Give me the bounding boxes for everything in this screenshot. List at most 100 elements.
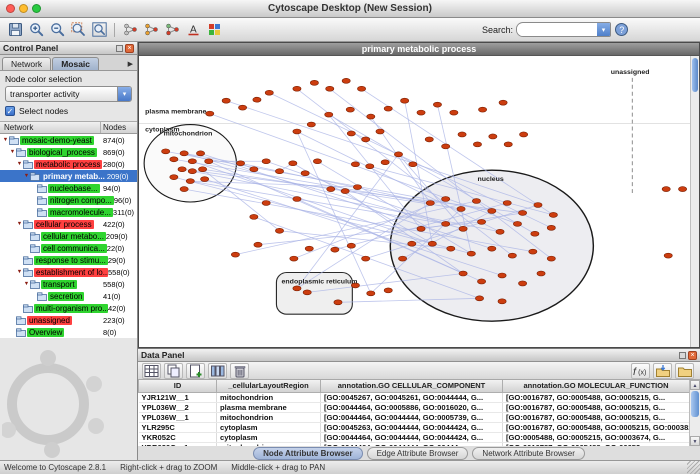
network-node[interactable] <box>531 231 539 236</box>
tree-item-biological-process[interactable]: ▼biological_process869(0) <box>0 146 137 158</box>
float-panel-icon[interactable] <box>679 352 686 359</box>
network-node[interactable] <box>447 246 455 251</box>
table-cell[interactable]: mitochondrion <box>217 412 321 422</box>
network-node[interactable] <box>186 179 194 184</box>
network-node[interactable] <box>254 242 262 247</box>
tree-item-primary-metab[interactable]: ▼primary metab...209(0) <box>0 170 137 182</box>
network-node[interactable] <box>408 241 416 246</box>
network-node[interactable] <box>376 129 384 134</box>
save-icon[interactable] <box>5 20 25 39</box>
tab-node-attribute-browser[interactable]: Node Attribute Browser <box>253 447 363 460</box>
network-node[interactable] <box>250 167 258 172</box>
network-node[interactable] <box>473 142 481 147</box>
network-node[interactable] <box>520 132 528 137</box>
network-node[interactable] <box>290 256 298 261</box>
network-node[interactable] <box>488 208 496 213</box>
network-node[interactable] <box>513 221 521 226</box>
network-node[interactable] <box>478 107 486 112</box>
disclosure-triangle-icon[interactable]: ▼ <box>16 269 23 275</box>
network-node[interactable] <box>488 246 496 251</box>
network-node[interactable] <box>498 273 506 278</box>
network-node[interactable] <box>426 201 434 206</box>
tree-item-overview[interactable]: Overview8(0) <box>0 326 137 338</box>
column-header-cellularlayoutregion[interactable]: _cellularLayoutRegion <box>217 380 321 392</box>
tree-item-transport[interactable]: ▼transport558(0) <box>0 278 137 290</box>
close-panel-icon[interactable]: × <box>125 44 134 53</box>
table-cell[interactable]: [GO:0016787, GO:0005488, GO:0005215, G..… <box>503 392 690 402</box>
disclosure-triangle-icon[interactable]: ▼ <box>16 221 23 227</box>
tree-item-unassigned[interactable]: unassigned223(0) <box>0 314 137 326</box>
tab-network[interactable]: Network <box>2 57 51 70</box>
table-cell[interactable]: YKR052C <box>139 432 217 442</box>
network-node[interactable] <box>518 281 526 286</box>
zoom-fit-icon[interactable] <box>89 20 109 39</box>
network-window-title[interactable]: primary metabolic process <box>139 43 699 56</box>
table-cell[interactable]: [GO:0016787, GO:0005488, GO:00052... <box>503 442 690 446</box>
table-row[interactable]: YPL036W__2plasma membrane[GO:0044464, GO… <box>139 402 690 412</box>
tree-item-response-to-stimu[interactable]: response to stimu...29(0) <box>0 254 137 266</box>
delete-attribute-icon[interactable] <box>230 363 249 379</box>
network-node[interactable] <box>170 157 178 162</box>
table-row[interactable]: YKR052Ccytoplasm[GO:0044464, GO:0044444,… <box>139 432 690 442</box>
zoom-out-icon[interactable] <box>47 20 67 39</box>
network-node[interactable] <box>547 225 555 230</box>
network-node[interactable] <box>496 229 504 234</box>
table-cell[interactable]: YDR039C__1 <box>139 442 217 446</box>
table-vertical-scrollbar[interactable]: ▲ ▼ <box>689 380 700 446</box>
network-node[interactable] <box>310 80 318 85</box>
network-node[interactable] <box>458 132 466 137</box>
table-cell[interactable]: [GO:0045267, GO:0045261, GO:0044444, G..… <box>321 392 503 402</box>
close-panel-icon[interactable]: × <box>688 351 697 360</box>
table-row[interactable]: YLR295Ccytoplasm[GO:0045263, GO:0044444,… <box>139 422 690 432</box>
network-node[interactable] <box>188 169 196 174</box>
select-first-neighbors-icon[interactable] <box>141 20 161 39</box>
tree-item-nucleobase[interactable]: nucleobase...94(0) <box>0 182 137 194</box>
network-node[interactable] <box>265 90 273 95</box>
copy-table-icon[interactable] <box>164 363 183 379</box>
column-header-annotation-go-cellular-component[interactable]: annotation.GO CELLULAR_COMPONENT <box>321 380 503 392</box>
window-titlebar[interactable]: Cytoscape Desktop (New Session) <box>0 0 700 18</box>
table-cell[interactable]: YPL036W__2 <box>139 402 217 412</box>
network-node[interactable] <box>477 279 485 284</box>
network-node[interactable] <box>498 299 506 304</box>
column-header-id[interactable]: ID <box>139 380 217 392</box>
table-cell[interactable]: [GO:0044464, GO:0044444, GO:0044424, G..… <box>321 432 503 442</box>
network-vertical-scrollbar[interactable] <box>690 56 699 347</box>
table-cell[interactable]: [GO:0044464, GO:0044444, GO:00444... <box>321 442 503 446</box>
disclosure-triangle-icon[interactable]: ▼ <box>9 149 16 155</box>
network-node[interactable] <box>428 241 436 246</box>
network-node[interactable] <box>303 290 311 295</box>
network-node[interactable] <box>178 167 186 172</box>
network-node[interactable] <box>678 187 686 192</box>
table-cell[interactable]: YLR295C <box>139 422 217 432</box>
open-folder-icon[interactable] <box>675 363 694 379</box>
network-node[interactable] <box>442 197 450 202</box>
column-header-annotation-go-molecular-function[interactable]: annotation.GO MOLECULAR_FUNCTION <box>503 380 690 392</box>
search-combo[interactable]: ▾ <box>516 22 611 37</box>
help-icon[interactable]: ? <box>611 20 631 39</box>
network-node[interactable] <box>262 201 270 206</box>
network-node[interactable] <box>367 114 375 119</box>
scroll-up-arrow-icon[interactable]: ▲ <box>690 380 700 390</box>
network-node[interactable] <box>477 219 485 224</box>
table-cell[interactable]: [GO:0005488, GO:0005215, GO:0003674, G..… <box>503 432 690 442</box>
network-node[interactable] <box>353 185 361 190</box>
table-row[interactable]: YPL036W__1mitochondrion[GO:0044464, GO:0… <box>139 412 690 422</box>
network-node[interactable] <box>489 134 497 139</box>
import-attributes-icon[interactable] <box>653 363 672 379</box>
network-node[interactable] <box>398 256 406 261</box>
network-node[interactable] <box>275 169 283 174</box>
new-network-from-selection-icon[interactable] <box>162 20 182 39</box>
network-node[interactable] <box>301 171 309 176</box>
zoom-selected-icon[interactable] <box>68 20 88 39</box>
network-node[interactable] <box>357 86 365 91</box>
zoom-window-button[interactable] <box>32 4 41 13</box>
network-node[interactable] <box>205 159 213 164</box>
table-cell[interactable]: [GO:0016787, GO:0005488, GO:0005215, GO:… <box>503 422 690 432</box>
table-row[interactable]: YDR039C__1mitochondrion[GO:0044464, GO:0… <box>139 442 690 446</box>
network-node[interactable] <box>341 189 349 194</box>
network-node[interactable] <box>381 160 389 165</box>
table-cell[interactable]: plasma membrane <box>217 402 321 412</box>
table-cell[interactable]: [GO:0016787, GO:0005488, GO:0005215, G..… <box>503 412 690 422</box>
network-node[interactable] <box>262 159 270 164</box>
